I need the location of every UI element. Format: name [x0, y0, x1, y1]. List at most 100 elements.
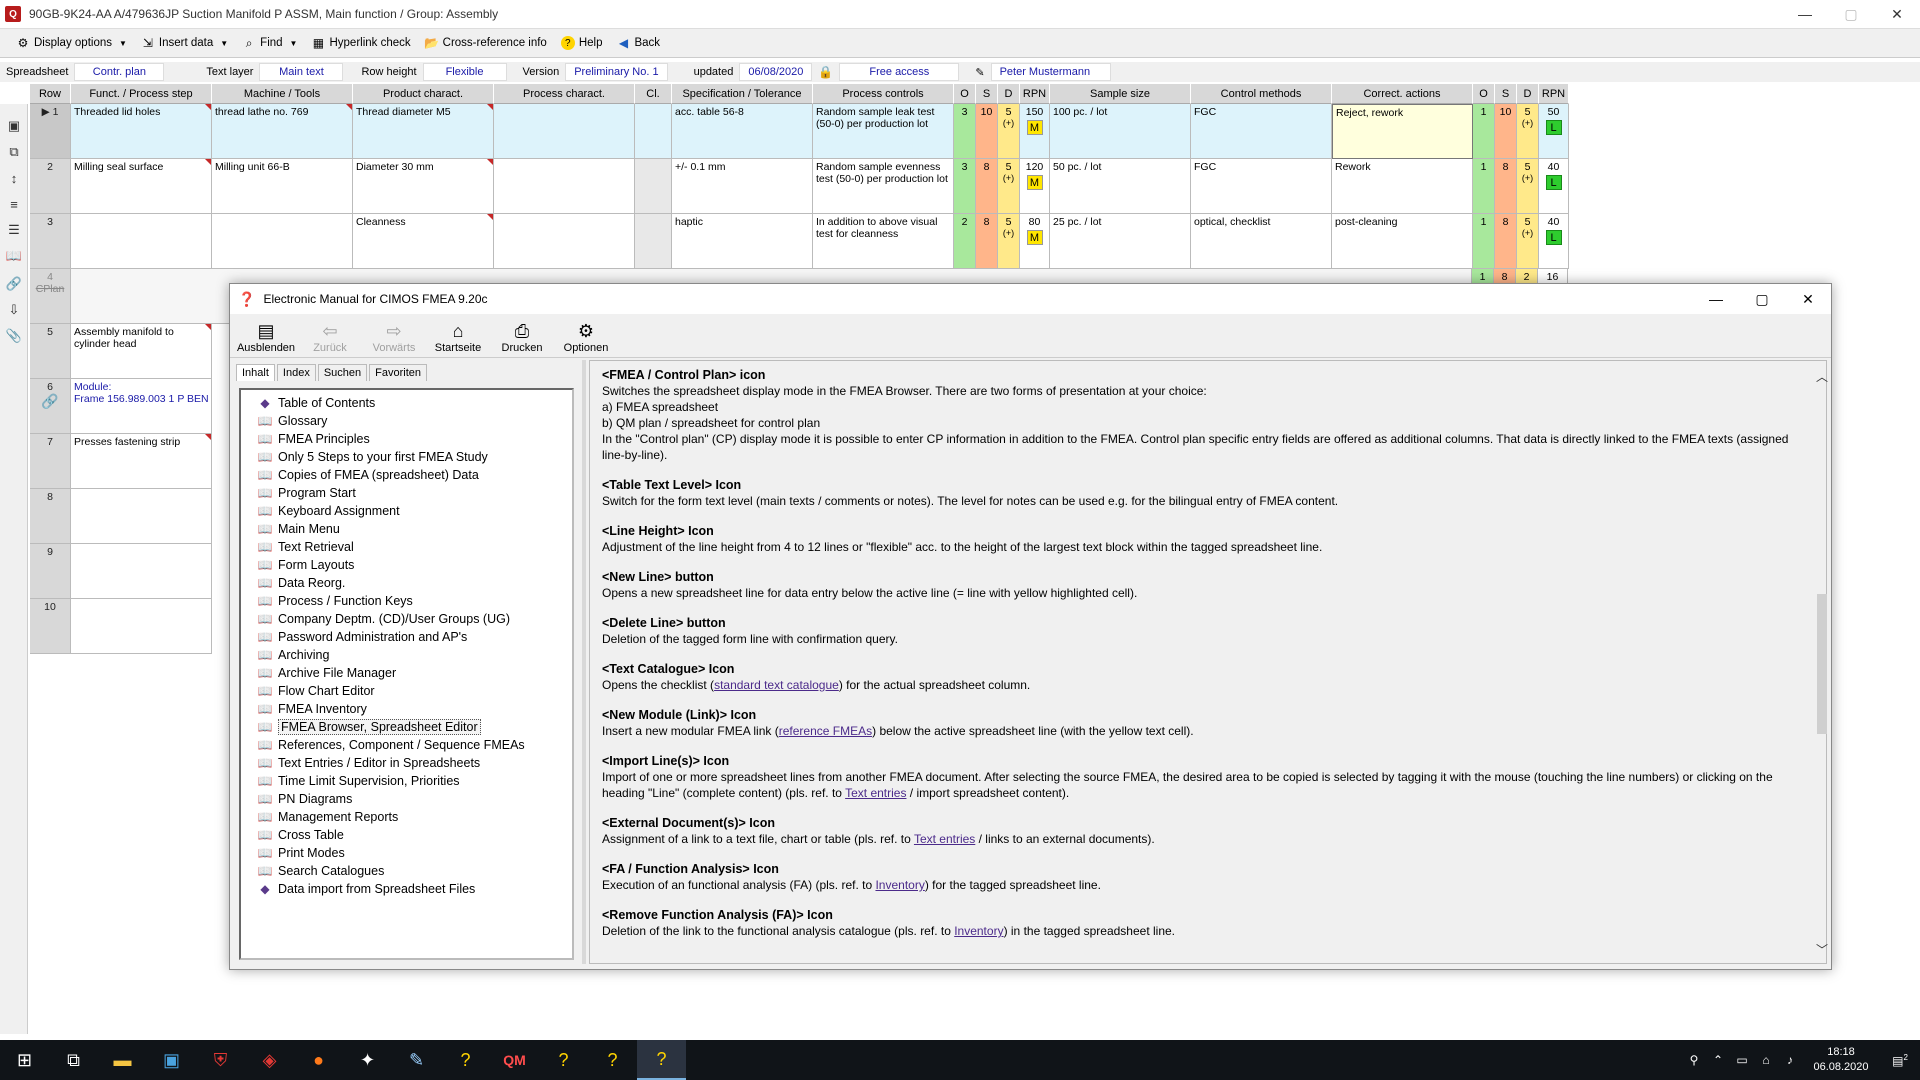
row-number[interactable]: 8: [30, 489, 71, 544]
row-number[interactable]: 10: [30, 599, 71, 654]
standard-text-catalogue-link[interactable]: standard text catalogue: [714, 678, 839, 692]
col-header-methods[interactable]: Control methods: [1191, 84, 1332, 104]
help-app-icon-active[interactable]: ?: [637, 1040, 686, 1080]
cell-process[interactable]: [494, 159, 635, 214]
store-icon[interactable]: ▣: [147, 1040, 196, 1080]
toc-item[interactable]: 📖 Glossary: [257, 412, 572, 430]
import-lines-icon[interactable]: ⇩: [6, 302, 22, 318]
help-button[interactable]: ? Help: [560, 36, 602, 50]
toc-item[interactable]: 📖 Flow Chart Editor: [257, 682, 572, 700]
help-forward-button[interactable]: ⇨ Vorwärts: [362, 320, 426, 357]
text-entries-link[interactable]: Text entries: [845, 786, 906, 800]
col-header-s[interactable]: S: [976, 84, 998, 104]
cell-methods[interactable]: optical, checklist: [1191, 214, 1332, 269]
cell-controls[interactable]: Random sample leak test (50-0) per produ…: [813, 104, 954, 159]
toc-item[interactable]: 📖 Program Start: [257, 484, 572, 502]
hyperlink-check-button[interactable]: ▦ Hyperlink check: [311, 36, 411, 50]
text-catalogue-icon[interactable]: 📖: [6, 248, 22, 264]
cell-d2[interactable]: 5 (+): [1517, 159, 1539, 214]
options-button[interactable]: ⚙ Optionen: [554, 320, 618, 357]
toc-item[interactable]: 📖 Company Deptm. (CD)/User Groups (UG): [257, 610, 572, 628]
cell-rpn[interactable]: 120 M: [1020, 159, 1050, 214]
cell-product[interactable]: Thread diameter M5: [353, 104, 494, 159]
cell-s[interactable]: 10: [976, 104, 998, 159]
text-layer-field[interactable]: Main text: [259, 63, 344, 81]
cell-spec[interactable]: +/- 0.1 mm: [672, 159, 813, 214]
cell-funct[interactable]: Threaded lid holes: [71, 104, 212, 159]
tab-contents[interactable]: Inhalt: [236, 364, 275, 381]
row-number[interactable]: 4 CPlan: [30, 269, 71, 324]
task-view-icon[interactable]: ⧉: [49, 1040, 98, 1080]
toc-item[interactable]: 📖 Archiving: [257, 646, 572, 664]
scroll-down-icon[interactable]: ﹀: [1815, 941, 1829, 958]
chevron-up-icon[interactable]: ⌃: [1706, 1053, 1730, 1067]
toc-item[interactable]: 📖 FMEA Browser, Spreadsheet Editor: [257, 718, 572, 736]
fmea-control-plan-icon[interactable]: ▣: [6, 118, 22, 134]
col-header-row[interactable]: Row: [30, 84, 71, 104]
cell-funct[interactable]: [71, 489, 212, 544]
security-app-icon[interactable]: ⛨: [196, 1040, 245, 1080]
inventory-link[interactable]: Inventory: [954, 924, 1003, 938]
cell-rpn[interactable]: 80 M: [1020, 214, 1050, 269]
cell-s[interactable]: 8: [976, 214, 998, 269]
inventory-link[interactable]: Inventory: [875, 878, 924, 892]
toc-item[interactable]: 📖 Cross Table: [257, 826, 572, 844]
volume-icon[interactable]: ♪: [1778, 1053, 1802, 1067]
cell-d[interactable]: 5 (+): [998, 159, 1020, 214]
cell-spec[interactable]: acc. table 56-8: [672, 104, 813, 159]
cell-methods[interactable]: FGC: [1191, 104, 1332, 159]
row-number[interactable]: 9: [30, 544, 71, 599]
new-line-icon[interactable]: ≡: [6, 196, 22, 212]
notifications-icon[interactable]: ▤2: [1880, 1053, 1920, 1068]
cell-sample[interactable]: 100 pc. / lot: [1050, 104, 1191, 159]
table-row[interactable]: 3 Cleanness haptic In addition to above …: [30, 214, 1569, 269]
cell-methods[interactable]: FGC: [1191, 159, 1332, 214]
toc-item[interactable]: 📖 Management Reports: [257, 808, 572, 826]
network-icon[interactable]: ⌂: [1754, 1053, 1778, 1067]
toc-item[interactable]: 📖 Copies of FMEA (spreadsheet) Data: [257, 466, 572, 484]
access-field[interactable]: Free access: [839, 63, 960, 81]
cell-process[interactable]: [494, 214, 635, 269]
cell-spec[interactable]: haptic: [672, 214, 813, 269]
insert-data-menu[interactable]: ⇲ Insert data ▼: [141, 36, 228, 50]
row-number[interactable]: 5: [30, 324, 71, 379]
table-row[interactable]: ▶ 1 Threaded lid holes thread lathe no. …: [30, 104, 1569, 159]
toc-item[interactable]: 📖 Keyboard Assignment: [257, 502, 572, 520]
cell-process[interactable]: [494, 104, 635, 159]
col-header-cl[interactable]: Cl.: [635, 84, 672, 104]
external-document-icon[interactable]: 📎: [6, 328, 22, 344]
find-menu[interactable]: ⌕ Find ▼: [242, 36, 298, 50]
toc-item[interactable]: 📖 References, Component / Sequence FMEAs: [257, 736, 572, 754]
row-number[interactable]: 2: [30, 159, 71, 214]
toc-item[interactable]: 📖 Archive File Manager: [257, 664, 572, 682]
file-explorer-icon[interactable]: ▬: [98, 1040, 147, 1080]
taskbar-clock[interactable]: 18:18 06.08.2020: [1802, 1045, 1880, 1075]
print-button[interactable]: ⎙ Drucken: [490, 320, 554, 357]
content-scrollbar[interactable]: ︿ ﹀: [1815, 364, 1829, 964]
help-close-button[interactable]: ✕: [1785, 284, 1831, 314]
toc-item[interactable]: 📖 Process / Function Keys: [257, 592, 572, 610]
row-height-field[interactable]: Flexible: [422, 63, 507, 81]
cell-rpn[interactable]: 150 M: [1020, 104, 1050, 159]
help-app-icon-3[interactable]: ?: [588, 1040, 637, 1080]
spreadsheet-mode-field[interactable]: Contr. plan: [74, 63, 165, 81]
maximize-button[interactable]: ▢: [1828, 0, 1874, 28]
app-icon-bird[interactable]: ✦: [343, 1040, 392, 1080]
toc-item[interactable]: 📖 PN Diagrams: [257, 790, 572, 808]
row-number[interactable]: ▶ 1: [30, 104, 71, 159]
cell-product[interactable]: Cleanness: [353, 214, 494, 269]
col-header-funct[interactable]: Funct. / Process step: [71, 84, 212, 104]
tab-favorites[interactable]: Favoriten: [369, 364, 428, 381]
battery-icon[interactable]: ▭: [1730, 1053, 1754, 1067]
cell-rpn2[interactable]: 50 L: [1539, 104, 1569, 159]
cell-o2[interactable]: 1: [1473, 104, 1495, 159]
cell-d2[interactable]: 5 (+): [1517, 104, 1539, 159]
row-number[interactable]: 3: [30, 214, 71, 269]
cell-s[interactable]: 8: [976, 159, 998, 214]
toc-item[interactable]: 📖 Search Catalogues: [257, 862, 572, 880]
text-level-icon[interactable]: ⧉: [6, 144, 22, 160]
col-header-process[interactable]: Process charact.: [494, 84, 635, 104]
cell-product[interactable]: Diameter 30 mm: [353, 159, 494, 214]
toc-item[interactable]: 📖 FMEA Principles: [257, 430, 572, 448]
cell-d[interactable]: 5 (+): [998, 104, 1020, 159]
